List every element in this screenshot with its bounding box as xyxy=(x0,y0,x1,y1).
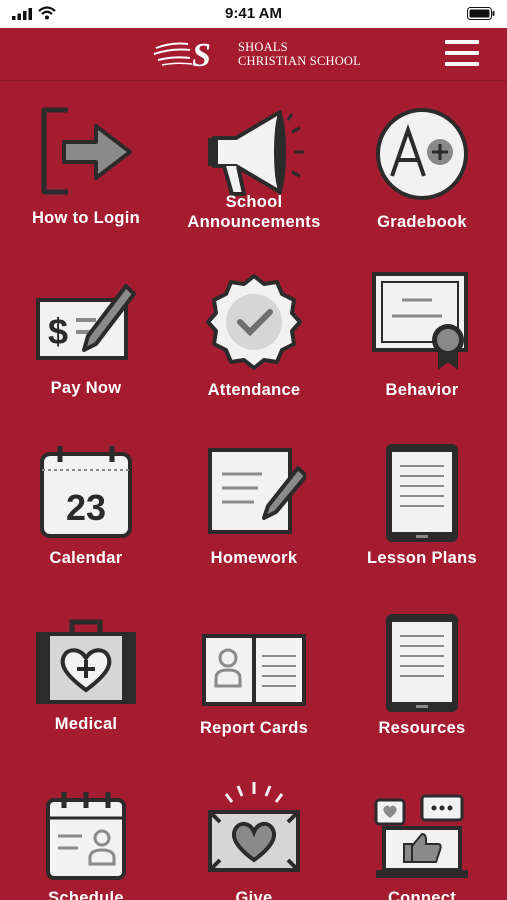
tile-how-to-login[interactable]: How to Login xyxy=(6,82,166,247)
tile-label: Schedule xyxy=(48,889,124,900)
logo-letter: S xyxy=(192,37,211,74)
report-card-icon xyxy=(202,634,306,706)
feature-grid: How to Login School Announcements Gradeb… xyxy=(0,82,507,900)
tile-calendar[interactable]: 23 Calendar xyxy=(6,420,166,585)
certificate-icon xyxy=(372,272,468,370)
social-connect-icon xyxy=(374,794,468,878)
tile-label: School Announcements xyxy=(187,193,321,231)
tile-label: Give xyxy=(235,889,273,900)
tile-attendance[interactable]: Attendance xyxy=(174,250,334,415)
tile-label: Connect xyxy=(387,889,457,900)
school-name-line2: CHRISTIAN SCHOOL xyxy=(238,54,361,68)
calendar-date: 23 xyxy=(66,487,106,528)
tile-label: Calendar xyxy=(49,549,123,567)
tile-label: Gradebook xyxy=(377,213,467,231)
tile-label: Pay Now xyxy=(50,379,122,397)
medical-kit-icon xyxy=(36,619,136,704)
tile-label: Report Cards xyxy=(199,719,309,737)
tile-label: Homework xyxy=(210,549,298,567)
tile-give[interactable]: Give xyxy=(174,758,334,900)
status-time: 9:41 AM xyxy=(225,5,282,22)
phone-screen: 9:41 AM S SHOALS CHRISTIAN SCHOOL How to… xyxy=(0,0,507,900)
tile-pay-now[interactable]: $ Pay Now xyxy=(6,250,166,415)
tile-medical[interactable]: Medical xyxy=(6,590,166,755)
menu-bar-icon xyxy=(445,62,479,66)
tablet-icon xyxy=(386,444,458,542)
school-logo: S xyxy=(153,37,211,74)
school-name-line1: SHOALS xyxy=(238,40,288,54)
tile-label: Attendance xyxy=(207,381,301,399)
tile-label: Behavior xyxy=(385,381,459,399)
notepad-pencil-icon xyxy=(208,448,306,534)
tile-label: How to Login xyxy=(31,209,141,227)
tile-school-announcements[interactable]: School Announcements xyxy=(174,82,334,247)
status-bar: 9:41 AM xyxy=(0,0,507,28)
tablet-icon xyxy=(386,614,458,712)
tile-report-cards[interactable]: Report Cards xyxy=(174,590,334,755)
tile-label: Resources xyxy=(378,719,466,737)
tile-connect[interactable]: Connect xyxy=(342,758,502,900)
hamburger-menu-button[interactable] xyxy=(445,40,479,68)
tile-label: Medical xyxy=(54,715,118,733)
menu-bar-icon xyxy=(445,40,479,44)
svg-text:$: $ xyxy=(48,311,68,352)
donation-heart-icon xyxy=(208,782,300,872)
tile-resources[interactable]: Resources xyxy=(342,590,502,755)
tile-behavior[interactable]: Behavior xyxy=(342,250,502,415)
menu-bar-icon xyxy=(445,51,479,55)
battery-icon xyxy=(467,7,495,20)
app-header: S SHOALS CHRISTIAN SCHOOL xyxy=(0,28,507,81)
a-plus-grade-icon xyxy=(376,108,468,200)
tile-schedule[interactable]: Schedule xyxy=(6,758,166,900)
payment-check-icon: $ xyxy=(36,284,136,360)
schedule-icon xyxy=(46,792,126,880)
login-arrow-icon xyxy=(41,107,132,195)
tile-homework[interactable]: Homework xyxy=(174,420,334,585)
tile-gradebook[interactable]: Gradebook xyxy=(342,82,502,247)
megaphone-icon xyxy=(208,110,304,196)
calendar-icon: 23 xyxy=(40,446,132,538)
checkmark-badge-icon xyxy=(206,274,302,370)
tile-lesson-plans[interactable]: Lesson Plans xyxy=(342,420,502,585)
school-name: SHOALS CHRISTIAN SCHOOL xyxy=(238,40,361,68)
tile-label: Lesson Plans xyxy=(367,549,477,567)
